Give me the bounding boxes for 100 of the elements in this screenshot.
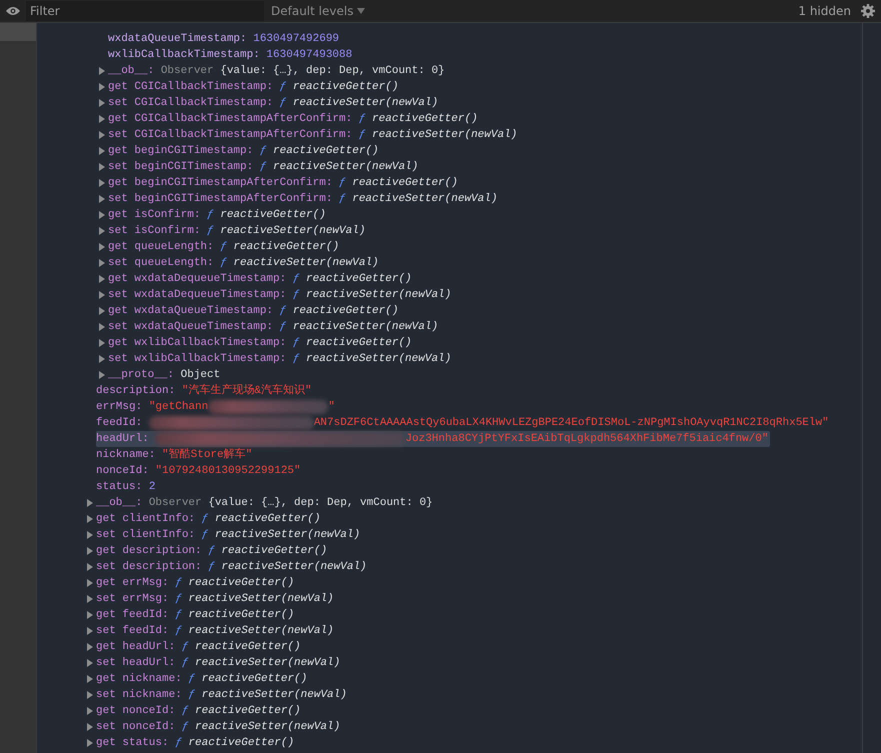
property-key: get nonceId: (96, 703, 176, 719)
expand-arrow-icon[interactable] (87, 723, 93, 731)
property-key: set wxdataDequeueTimestamp: (108, 287, 286, 303)
expand-arrow-icon[interactable] (87, 707, 93, 715)
property-key: get CGICallbackTimestamp: (108, 79, 274, 95)
expand-arrow-icon[interactable] (99, 243, 105, 251)
expand-arrow-icon[interactable] (99, 83, 105, 91)
property-value: AN7sDZF6CtAAAAAstQy6ubaLX4KHWvLEZgBPE24EofDISMoL-zNPgMIshOAyvqR1NC2I8qRhx5Elw" (314, 416, 829, 431)
settings-icon[interactable] (861, 4, 875, 18)
expand-arrow-icon[interactable] (99, 163, 105, 171)
property-key: set queueLength: (108, 255, 214, 271)
function-name: reactiveGetter() (352, 176, 458, 191)
property-value: "10792480130952299125" (155, 464, 301, 479)
expand-arrow-icon[interactable] (99, 323, 105, 331)
function-sign: ƒ (202, 512, 208, 527)
expand-arrow-icon[interactable] (87, 627, 93, 635)
property-key: set CGICallbackTimestamp: (108, 95, 274, 111)
expand-arrow-icon[interactable] (99, 195, 105, 203)
function-name: reactiveGetter() (214, 512, 320, 527)
function-sign: ƒ (280, 96, 286, 111)
property-value: 1630497493088 (266, 48, 352, 63)
expand-arrow-icon[interactable] (99, 227, 105, 235)
property-key: set errMsg: (96, 591, 169, 607)
function-name: reactiveGetter() (273, 144, 379, 159)
expand-arrow-icon[interactable] (99, 99, 105, 107)
expand-arrow-icon[interactable] (99, 211, 105, 219)
expand-arrow-icon[interactable] (87, 611, 93, 619)
function-sign: ƒ (207, 208, 214, 223)
function-name: reactiveSetter(newVal) (273, 160, 418, 175)
function-sign: ƒ (358, 112, 366, 127)
expand-arrow-icon[interactable] (99, 339, 105, 347)
expand-arrow-icon[interactable] (87, 515, 93, 523)
expand-arrow-icon[interactable] (99, 355, 105, 363)
expand-arrow-icon[interactable] (87, 659, 93, 667)
property-key: get isConfirm: (108, 207, 200, 223)
property-key: get queueLength: (108, 239, 214, 255)
property-key: get headUrl: (96, 639, 176, 655)
function-name: reactiveSetter(newVal) (221, 560, 367, 575)
property-key: get CGICallbackTimestampAfterConfirm: (108, 111, 352, 127)
expand-arrow-icon[interactable] (99, 275, 105, 283)
expand-arrow-icon[interactable] (99, 115, 105, 123)
expand-arrow-icon[interactable] (99, 67, 105, 75)
property-key: get feedId: (96, 607, 169, 623)
function-name: reactiveGetter() (188, 576, 294, 591)
property-key: get beginCGITimestamp: (108, 143, 254, 159)
property-value: Joz3Hnha8CYjPtYFxIsEAibTqLgkpdh564XhFibMe7f5iaic4fnw/0" (405, 432, 768, 447)
function-name: reactiveGetter() (220, 208, 326, 223)
function-name: reactiveSetter(newVal) (292, 320, 438, 335)
function-sign: ƒ (207, 224, 214, 239)
function-name: reactiveSetter(newVal) (188, 592, 334, 607)
expand-arrow-icon[interactable] (87, 547, 93, 555)
property-value: 1630497492699 (253, 32, 340, 47)
object-type: Observer (148, 496, 202, 511)
expand-arrow-icon[interactable] (87, 579, 93, 587)
expand-arrow-icon[interactable] (99, 307, 105, 315)
function-sign: ƒ (175, 736, 182, 751)
function-name: reactiveSetter(newVal) (195, 656, 340, 671)
function-name: reactiveSetter(newVal) (202, 688, 347, 703)
expand-arrow-icon[interactable] (87, 499, 93, 507)
expand-arrow-icon[interactable] (87, 531, 93, 539)
expand-arrow-icon[interactable] (99, 291, 105, 299)
function-sign: ƒ (188, 672, 196, 687)
property-key: set nickname: (96, 687, 182, 703)
property-key: get wxdataDequeueTimestamp: (108, 271, 286, 287)
expand-arrow-icon[interactable] (99, 259, 105, 267)
log-levels-dropdown[interactable]: Default levels (271, 1, 366, 21)
hidden-count: 1 hidden (798, 4, 851, 18)
function-sign: ƒ (175, 592, 182, 607)
eye-icon[interactable] (6, 6, 20, 16)
property-key: set beginCGITimestampAfterConfirm: (108, 191, 332, 207)
expand-arrow-icon[interactable] (99, 371, 105, 379)
object-preview: {value: {…}, dep: Dep, vmCount: 0} (208, 496, 433, 511)
function-name: reactiveSetter(newVal) (352, 192, 498, 207)
function-sign: ƒ (182, 640, 188, 655)
expand-arrow-icon[interactable] (87, 675, 93, 683)
object-preview: {value: {…}, dep: Dep, vmCount: 0} (220, 64, 445, 79)
filter-field[interactable]: Filter (26, 1, 264, 21)
function-sign: ƒ (292, 288, 300, 303)
expand-arrow-icon[interactable] (87, 595, 93, 603)
function-sign: ƒ (292, 336, 300, 351)
function-name: reactiveGetter() (188, 608, 294, 623)
property-value: "getChann (148, 400, 208, 415)
expand-arrow-icon[interactable] (99, 147, 105, 155)
expand-arrow-icon[interactable] (87, 691, 93, 699)
expand-arrow-icon[interactable] (87, 643, 93, 651)
expand-arrow-icon[interactable] (87, 563, 93, 571)
property-key: set clientInfo: (96, 527, 196, 543)
function-sign: ƒ (202, 528, 208, 543)
function-sign: ƒ (182, 704, 188, 719)
property-key: headUrl: (96, 431, 149, 447)
property-value: " (328, 400, 335, 415)
function-name: reactiveSetter(newVal) (195, 720, 340, 735)
property-key: get nickname: (96, 671, 182, 687)
property-key: get clientInfo: (96, 511, 196, 527)
caret-icon (357, 8, 366, 14)
property-key: feedId: (96, 415, 142, 431)
expand-arrow-icon[interactable] (99, 131, 105, 139)
property-key: status: (96, 479, 142, 495)
expand-arrow-icon[interactable] (87, 739, 93, 747)
expand-arrow-icon[interactable] (99, 179, 105, 187)
